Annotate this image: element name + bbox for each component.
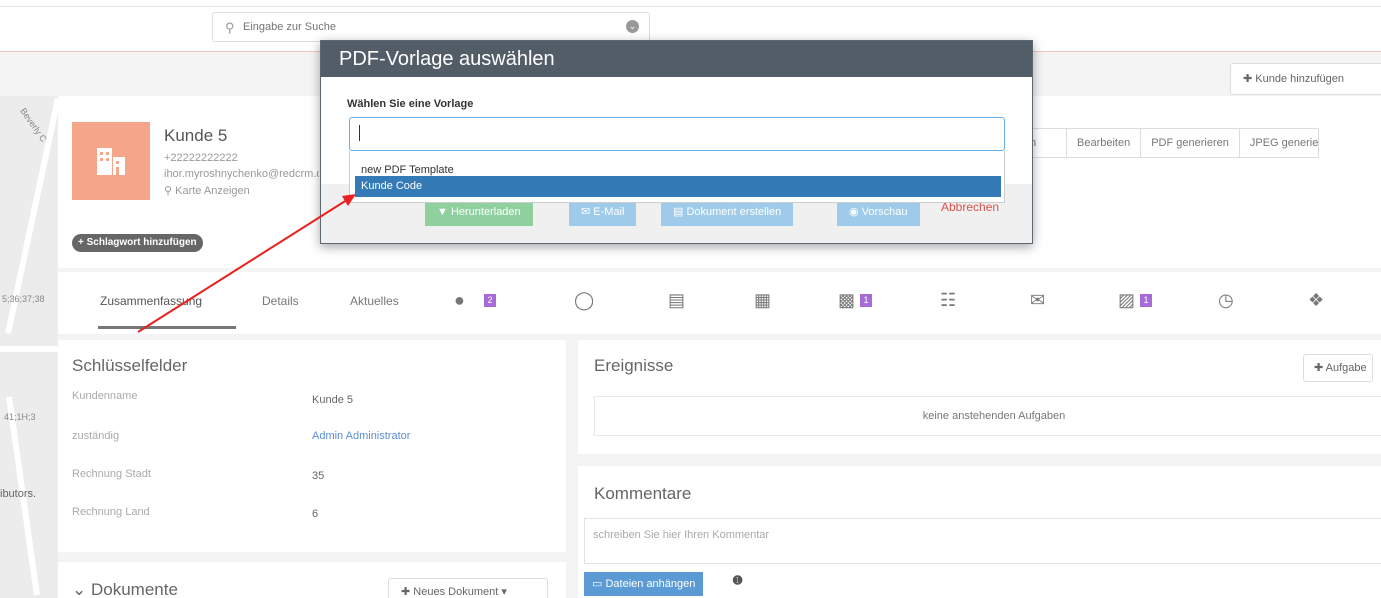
info-icon[interactable]: ➊ bbox=[733, 574, 742, 587]
global-search[interactable]: ⚲ ⌄ bbox=[212, 12, 650, 42]
quotes-count-badge: 1 bbox=[860, 294, 872, 307]
eye-icon: ◉ bbox=[849, 206, 859, 218]
map-attribution: ibutors. bbox=[0, 488, 37, 500]
field-label: Rechnung Stadt bbox=[72, 468, 151, 480]
field-label: Kundenname bbox=[72, 390, 138, 402]
products-icon[interactable]: ❖ bbox=[1308, 290, 1324, 311]
customer-avatar bbox=[72, 122, 150, 200]
top-divider bbox=[0, 6, 1381, 7]
profile-actions: n Bearbeiten PDF generieren JPEG generie… bbox=[1019, 128, 1319, 158]
new-document-label: Neues Dokument bbox=[413, 586, 499, 598]
create-document-label: Dokument erstellen bbox=[686, 206, 782, 218]
add-tag-button[interactable]: + Schlagwort hinzufügen bbox=[72, 234, 203, 252]
email-icon[interactable]: ✉ bbox=[1030, 290, 1045, 311]
documents-card: ⌄ Dokumente ✚ Neues Dokument ▾ bbox=[58, 562, 566, 598]
field-value: 6 bbox=[312, 508, 319, 520]
map-label: 41;1H;3 bbox=[4, 412, 36, 422]
text-cursor bbox=[359, 125, 360, 141]
preview-label: Vorschau bbox=[861, 206, 908, 218]
chevron-down-icon: ⌄ bbox=[72, 580, 87, 598]
money-bag-icon[interactable]: ◯ bbox=[574, 290, 594, 311]
plus-icon: ✚ bbox=[401, 586, 411, 598]
events-card: Ereignisse ✚ Aufgabe keine anstehenden A… bbox=[578, 340, 1381, 454]
template-select-label: Wählen Sie eine Vorlage bbox=[347, 98, 474, 110]
template-dropdown: new PDF Template Kunde Code bbox=[349, 151, 1005, 203]
sales-order-icon[interactable]: ▦ bbox=[754, 290, 771, 311]
active-tab-indicator bbox=[98, 326, 236, 329]
clear-search-icon[interactable]: ⌄ bbox=[626, 20, 639, 33]
map-preview[interactable]: Beverly C 5;36;37;38 41;1H;3 ibutors. bbox=[0, 96, 58, 598]
contacts-tab-icon[interactable]: ● bbox=[454, 290, 465, 311]
no-tasks-message: keine anstehenden Aufgaben bbox=[594, 396, 1381, 436]
attach-files-label: Dateien anhängen bbox=[605, 578, 696, 590]
new-document-button[interactable]: ✚ Neues Dokument ▾ bbox=[388, 578, 548, 598]
search-icon: ⚲ bbox=[225, 20, 235, 35]
tab-details[interactable]: Details bbox=[262, 294, 299, 308]
field-label: zuständig bbox=[72, 430, 120, 442]
add-task-button[interactable]: ✚ Aufgabe bbox=[1303, 354, 1373, 382]
comments-title: Kommentare bbox=[594, 484, 692, 503]
edit-button[interactable]: Bearbeiten bbox=[1066, 128, 1142, 158]
email-label: E-Mail bbox=[593, 206, 625, 218]
comments-card: Kommentare schreiben Sie hier Ihren Komm… bbox=[578, 466, 1381, 598]
tickets-icon[interactable]: ◷ bbox=[1218, 290, 1234, 311]
tab-summary[interactable]: Zusammenfassung bbox=[100, 294, 202, 308]
pdf-template-dialog: PDF-Vorlage auswählen Wählen Sie eine Vo… bbox=[320, 40, 1033, 244]
map-label: Beverly C bbox=[18, 106, 49, 144]
laptop-icon: ▭ bbox=[592, 578, 603, 590]
customer-phone[interactable]: +22222222222 bbox=[164, 152, 238, 164]
events-title: Ereignisse bbox=[594, 356, 674, 375]
envelope-icon: ✉ bbox=[581, 206, 591, 218]
field-value: Kunde 5 bbox=[312, 394, 353, 406]
building-icon bbox=[97, 148, 125, 175]
tab-activity[interactable]: Aktuelles bbox=[350, 294, 399, 308]
map-marker-icon: ⚲ bbox=[164, 185, 173, 197]
plus-icon: ✚ bbox=[1243, 73, 1253, 85]
key-fields-title: Schlüsselfelder bbox=[72, 356, 188, 375]
show-map-link[interactable]: ⚲ Karte Anzeigen bbox=[164, 184, 250, 197]
dialog-title: PDF-Vorlage auswählen bbox=[321, 41, 1032, 77]
jpeg-generate-button[interactable]: JPEG generieren bbox=[1238, 128, 1319, 158]
field-label: Rechnung Land bbox=[72, 506, 150, 518]
add-customer-button[interactable]: ✚ Kunde hinzufügen bbox=[1230, 63, 1381, 95]
search-input[interactable] bbox=[243, 18, 603, 36]
key-fields-card: Schlüsselfelder Kundenname Kunde 5 zustä… bbox=[58, 340, 566, 552]
customer-email[interactable]: ihor.myroshnychenko@redcrm.de bbox=[164, 168, 319, 180]
pdf-generate-button[interactable]: PDF generieren bbox=[1140, 128, 1240, 158]
documents-count-badge: 1 bbox=[1140, 294, 1152, 307]
map-road bbox=[0, 346, 58, 352]
attach-files-button[interactable]: ▭ Dateien anhängen bbox=[584, 572, 704, 596]
documents-title-label: Dokumente bbox=[90, 580, 178, 598]
download-label: Herunterladen bbox=[450, 206, 521, 218]
caret-down-icon: ▾ bbox=[501, 586, 507, 598]
template-option-selected[interactable]: Kunde Code bbox=[355, 176, 1001, 197]
template-search-input[interactable] bbox=[349, 117, 1005, 151]
map-label: 5;36;37;38 bbox=[2, 294, 45, 304]
add-customer-label: Kunde hinzufügen bbox=[1255, 73, 1344, 85]
show-map-label: Karte Anzeigen bbox=[175, 185, 250, 197]
invoice-icon[interactable]: ▤ bbox=[668, 290, 685, 311]
field-value: 35 bbox=[312, 470, 325, 482]
download-icon: ▼ bbox=[437, 206, 448, 218]
add-task-label: Aufgabe bbox=[1325, 362, 1367, 374]
quote-icon[interactable]: ▩ bbox=[838, 290, 855, 311]
documents-tab-icon[interactable]: ▨ bbox=[1118, 290, 1135, 311]
assigned-user-link[interactable]: Admin Administrator bbox=[312, 430, 410, 442]
contacts-count-badge: 2 bbox=[484, 294, 496, 307]
tab-bar: Zusammenfassung Details Aktuelles ● 2 ◯ … bbox=[58, 272, 1381, 334]
document-icon: ▤ bbox=[673, 206, 684, 218]
customer-name: Kunde 5 bbox=[164, 126, 228, 145]
comment-input[interactable]: schreiben Sie hier Ihren Kommentar bbox=[584, 518, 1381, 564]
plus-icon: ✚ bbox=[1314, 362, 1324, 374]
documents-title[interactable]: ⌄ Dokumente bbox=[72, 580, 178, 598]
calendar-icon[interactable]: ☷ bbox=[940, 290, 956, 311]
